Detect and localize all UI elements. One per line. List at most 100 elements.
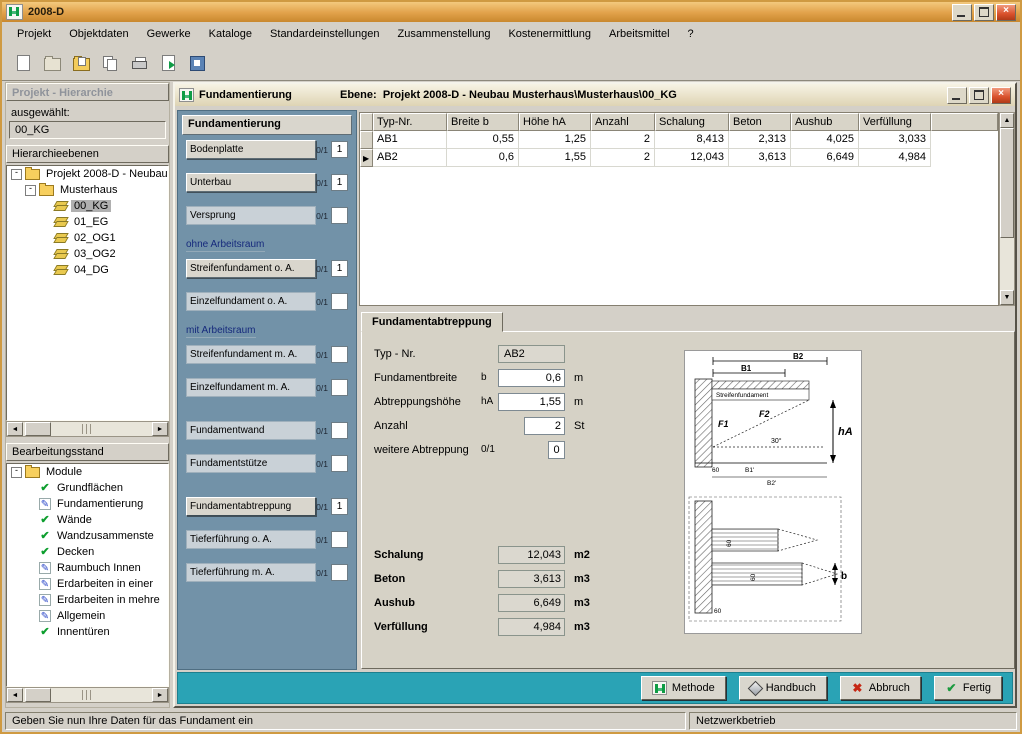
hierarchy-tree-hscrollbar[interactable] — [6, 421, 169, 437]
field-input[interactable]: 2 — [524, 417, 565, 435]
column-header[interactable]: Breite b — [447, 113, 519, 131]
scroll-down-icon[interactable] — [1000, 290, 1014, 305]
cell-typ[interactable]: AB2 — [373, 149, 447, 167]
module-restore-button[interactable] — [969, 87, 989, 104]
module-item[interactable]: Erdarbeiten in einer — [7, 576, 168, 592]
module-item-label[interactable]: Wände — [54, 514, 95, 526]
module-item[interactable]: Erdarbeiten in mehre — [7, 592, 168, 608]
module-item[interactable]: Wandzusammenste — [7, 528, 168, 544]
scroll-left-icon[interactable] — [7, 422, 23, 436]
table-row[interactable]: AB1 0,55 1,25 2 8,413 2,313 4,025 3,033 — [360, 131, 998, 149]
menu-item[interactable]: Projekt — [8, 24, 60, 44]
tree-item[interactable]: 00_KG — [7, 198, 168, 214]
module-item[interactable]: Fundamentierung — [7, 496, 168, 512]
scroll-track[interactable] — [1000, 128, 1014, 290]
sidebar-item-button[interactable]: Unterbau — [186, 173, 316, 192]
sidebar-item-value[interactable]: 1 — [331, 174, 348, 191]
column-header[interactable]: Typ-Nr. — [373, 113, 447, 131]
column-header[interactable]: Schalung — [655, 113, 729, 131]
module-window-titlebar[interactable]: Fundamentierung Ebene: Projekt 2008-D - … — [175, 84, 1015, 106]
cell-beton[interactable]: 3,613 — [729, 149, 791, 167]
module-item-label[interactable]: Module — [43, 466, 85, 478]
hierarchy-levels-button[interactable]: Hierarchieebenen — [6, 145, 169, 163]
field-input[interactable]: 1,55 — [498, 393, 565, 411]
menu-item[interactable]: Arbeitsmittel — [600, 24, 679, 44]
module-item-label[interactable]: Decken — [54, 546, 97, 558]
scroll-right-icon[interactable] — [152, 422, 168, 436]
menu-item[interactable]: Zusammenstellung — [389, 24, 500, 44]
methode-button[interactable]: Methode — [641, 676, 726, 700]
scroll-up-icon[interactable] — [1000, 113, 1014, 128]
cell-breite[interactable]: 0,55 — [447, 131, 519, 149]
minimize-button[interactable] — [952, 4, 972, 21]
module-item[interactable]: Decken — [7, 544, 168, 560]
sidebar-item-button[interactable]: Einzelfundament m. A. — [186, 378, 316, 397]
tree-item[interactable]: Projekt 2008-D - Neubau — [7, 166, 168, 182]
abbruch-button[interactable]: Abbruch — [840, 676, 921, 700]
field-input[interactable]: 0 — [548, 441, 565, 459]
menu-item[interactable]: Kostenermittlung — [499, 24, 600, 44]
module-item-label[interactable]: Wandzusammenste — [54, 530, 157, 542]
tree-item-label[interactable]: 01_EG — [71, 216, 111, 228]
close-button[interactable] — [996, 4, 1016, 21]
table-vscrollbar[interactable] — [999, 112, 1015, 306]
tree-item-label[interactable]: Projekt 2008-D - Neubau — [43, 168, 169, 180]
cell-breite[interactable]: 0,6 — [447, 149, 519, 167]
tree-item-label[interactable]: Musterhaus — [57, 184, 120, 196]
module-minimize-button[interactable] — [947, 87, 967, 104]
scroll-track[interactable] — [23, 422, 152, 436]
sidebar-item-button[interactable]: Fundamentabtreppung — [186, 497, 316, 516]
sidebar-item-value[interactable]: 1 — [331, 141, 348, 158]
tree-item[interactable]: 04_DG — [7, 262, 168, 278]
sidebar-item-button[interactable]: Fundamentwand — [186, 421, 316, 440]
cell-hoehe[interactable]: 1,25 — [519, 131, 591, 149]
menu-item[interactable]: Kataloge — [200, 24, 261, 44]
scroll-thumb[interactable] — [25, 688, 51, 702]
exit-icon[interactable] — [184, 51, 210, 75]
sidebar-item-button[interactable]: Bodenplatte — [186, 140, 316, 159]
sidebar-item-value[interactable] — [331, 379, 348, 396]
splitter-grip-icon[interactable] — [82, 424, 94, 434]
sidebar-item-value[interactable] — [331, 531, 348, 548]
sidebar-item-button[interactable]: Einzelfundament o. A. — [186, 292, 316, 311]
tree-item[interactable]: 01_EG — [7, 214, 168, 230]
sidebar-item-button[interactable]: Streifenfundament o. A. — [186, 259, 316, 278]
scroll-thumb[interactable] — [1000, 128, 1014, 238]
sidebar-item-value[interactable] — [331, 293, 348, 310]
open-icon[interactable] — [39, 51, 65, 75]
sidebar-item-value[interactable] — [331, 564, 348, 581]
tree-item-label[interactable]: 04_DG — [71, 264, 112, 276]
module-item[interactable]: Innentüren — [7, 624, 168, 640]
module-item-label[interactable]: Fundamentierung — [54, 498, 146, 510]
cell-schalung[interactable]: 12,043 — [655, 149, 729, 167]
module-item[interactable]: Grundflächen — [7, 480, 168, 496]
sidebar-item-value[interactable] — [331, 346, 348, 363]
tree-item[interactable]: Musterhaus — [7, 182, 168, 198]
module-item[interactable]: Allgemein — [7, 608, 168, 624]
sidebar-item-button[interactable]: Fundamentstütze — [186, 454, 316, 473]
modules-tree-hscrollbar[interactable] — [6, 687, 169, 703]
module-item-label[interactable]: Allgemein — [54, 610, 108, 622]
column-header[interactable]: Verfüllung — [859, 113, 931, 131]
field-input[interactable]: 0,6 — [498, 369, 565, 387]
menu-item[interactable]: Objektdaten — [60, 24, 137, 44]
copy-icon[interactable] — [97, 51, 123, 75]
menu-item[interactable]: Standardeinstellungen — [261, 24, 388, 44]
table-row[interactable]: AB2 0,6 1,55 2 12,043 3,613 6,649 4,984 — [360, 149, 998, 167]
cell-anzahl[interactable]: 2 — [591, 131, 655, 149]
cell-verfuellung[interactable]: 3,033 — [859, 131, 931, 149]
sidebar-item-button[interactable]: Tieferführung m. A. — [186, 563, 316, 582]
new-icon[interactable] — [10, 51, 36, 75]
cell-verfuellung[interactable]: 4,984 — [859, 149, 931, 167]
scroll-left-icon[interactable] — [7, 688, 23, 702]
sidebar-item-button[interactable]: Tieferführung o. A. — [186, 530, 316, 549]
module-close-button[interactable] — [991, 87, 1011, 104]
cell-typ[interactable]: AB1 — [373, 131, 447, 149]
tree-expander-icon[interactable] — [11, 169, 22, 180]
tree-item[interactable]: 03_OG2 — [7, 246, 168, 262]
sidebar-item-button[interactable]: Streifenfundament m. A. — [186, 345, 316, 364]
menu-item[interactable]: Gewerke — [138, 24, 200, 44]
tab-fundamentabtreppung[interactable]: Fundamentabtreppung — [361, 312, 503, 332]
cell-aushub[interactable]: 6,649 — [791, 149, 859, 167]
folder-icon[interactable] — [68, 51, 94, 75]
